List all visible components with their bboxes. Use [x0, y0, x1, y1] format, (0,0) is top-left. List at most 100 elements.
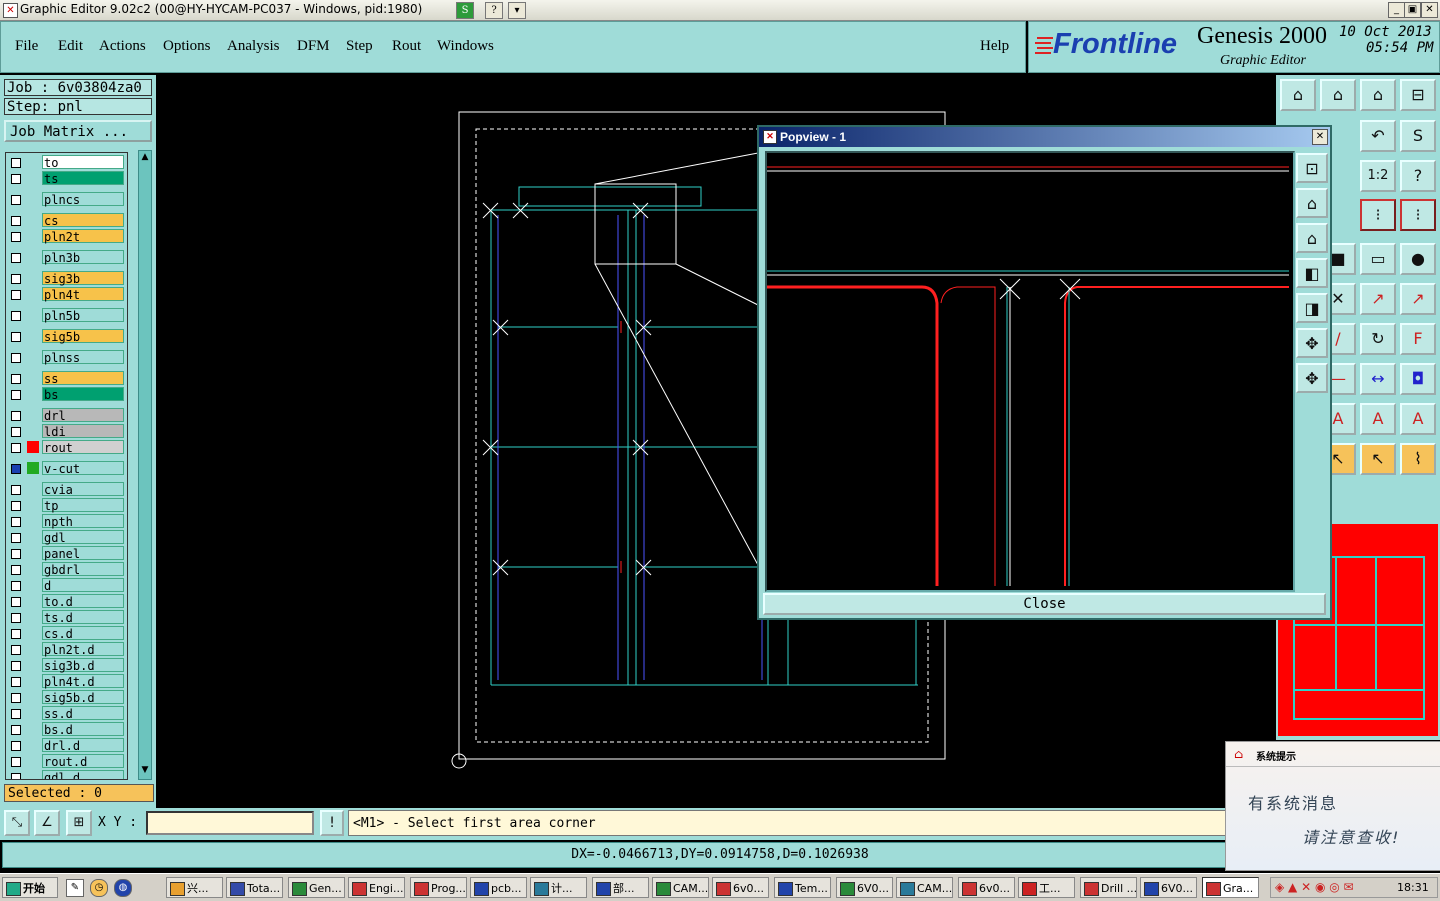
layer-row[interactable]: ss.d	[6, 706, 127, 721]
tool-home-up-icon[interactable]: ⌂	[1280, 79, 1316, 111]
layer-checkbox[interactable]	[11, 216, 21, 226]
layer-row[interactable]: gdl.d	[6, 770, 127, 779]
layer-row[interactable]: pln3b	[6, 250, 127, 265]
taskbar-item[interactable]: pcb...	[470, 877, 527, 898]
quicklaunch-clock-icon[interactable]: ◷	[90, 879, 108, 897]
tool-help-icon[interactable]: ?	[1400, 160, 1436, 192]
taskbar-item[interactable]: Tem...	[774, 877, 831, 898]
layer-name[interactable]: to.d	[42, 594, 124, 609]
layer-checkbox[interactable]	[11, 443, 21, 453]
tool-s-icon[interactable]: S	[1400, 120, 1436, 152]
layer-name[interactable]: v-cut	[42, 461, 124, 476]
menu-options[interactable]: Options	[163, 38, 211, 55]
layer-checkbox[interactable]	[11, 332, 21, 342]
layer-checkbox[interactable]	[11, 501, 21, 511]
layer-name[interactable]: d	[42, 578, 124, 593]
layer-name[interactable]: sig5b	[42, 329, 124, 344]
tool-measure2-icon[interactable]: ↗	[1400, 283, 1436, 315]
layer-name[interactable]: sig3b	[42, 271, 124, 286]
layer-name[interactable]: sig3b.d	[42, 658, 124, 673]
scroll-up-icon[interactable]: ▲	[140, 152, 150, 162]
layer-checkbox[interactable]	[11, 597, 21, 607]
app-x-icon[interactable]: ✕	[3, 3, 18, 18]
taskbar-item[interactable]: Gra...	[1202, 877, 1259, 898]
info-icon[interactable]: !	[320, 810, 344, 836]
tool-window-icon[interactable]: ⊟	[1400, 79, 1436, 111]
taskbar-item[interactable]: Prog...	[410, 877, 467, 898]
popview-title-bar[interactable]: ✕ Popview - 1 ✕	[759, 127, 1330, 147]
layer-checkbox[interactable]	[11, 411, 21, 421]
layer-name[interactable]: pln5b	[42, 308, 124, 323]
layer-row[interactable]: drl	[6, 408, 127, 423]
start-button[interactable]: 开始	[2, 877, 58, 898]
tool-text3-icon[interactable]: A	[1400, 403, 1436, 435]
layer-name[interactable]: ss	[42, 371, 124, 386]
layer-checkbox[interactable]	[11, 290, 21, 300]
popview-canvas[interactable]	[765, 151, 1295, 592]
layer-name[interactable]: plncs	[42, 192, 124, 207]
tool-route-icon[interactable]: ⌇	[1400, 443, 1436, 475]
tool-shapes-icon[interactable]: ◘	[1400, 363, 1436, 395]
layer-checkbox[interactable]	[11, 709, 21, 719]
taskbar-item[interactable]: 计...	[530, 877, 587, 898]
popview-window[interactable]: ✕ Popview - 1 ✕ ⊡ ⌂ ⌂ ◧ ◨ ✥ ✥ Close	[757, 125, 1332, 620]
taskbar-item[interactable]: 部...	[592, 877, 649, 898]
layer-name[interactable]: drl.d	[42, 738, 124, 753]
layer-row[interactable]: bs.d	[6, 722, 127, 737]
layer-row[interactable]: pln4t.d	[6, 674, 127, 689]
layer-name[interactable]: npth	[42, 514, 124, 529]
layer-row[interactable]: gdl	[6, 530, 127, 545]
tool-measure-icon[interactable]: ↗	[1360, 283, 1396, 315]
taskbar-item[interactable]: 6V0...	[836, 877, 893, 898]
layer-row[interactable]: npth	[6, 514, 127, 529]
menu-windows[interactable]: Windows	[437, 38, 494, 55]
layer-name[interactable]: panel	[42, 546, 124, 561]
tool-layers-icon[interactable]: ⁝	[1360, 199, 1396, 231]
tool-mirror-icon[interactable]: F	[1400, 323, 1436, 355]
menu-analysis[interactable]: Analysis	[227, 38, 280, 55]
layer-name[interactable]: drl	[42, 408, 124, 423]
layer-row[interactable]: cvia	[6, 482, 127, 497]
layer-row[interactable]: ldi	[6, 424, 127, 439]
popview-left-icon[interactable]: ◧	[1296, 258, 1328, 288]
layer-scrollbar[interactable]: ▲ ▼	[138, 150, 152, 780]
layer-row[interactable]: to.d	[6, 594, 127, 609]
taskbar-item[interactable]: 6V0...	[1140, 877, 1197, 898]
layer-name[interactable]: ldi	[42, 424, 124, 439]
layer-name[interactable]: pln3b	[42, 250, 124, 265]
layer-row[interactable]: pln2t	[6, 229, 127, 244]
layer-checkbox[interactable]	[11, 645, 21, 655]
layer-color-swatch[interactable]	[27, 441, 39, 453]
close-window-button[interactable]: ✕	[1421, 2, 1438, 18]
layer-row[interactable]: sig3b	[6, 271, 127, 286]
taskbar-item[interactable]: 6v0...	[958, 877, 1015, 898]
layer-checkbox[interactable]	[11, 195, 21, 205]
layer-checkbox[interactable]	[11, 517, 21, 527]
menu-step[interactable]: Step	[346, 38, 373, 55]
layer-checkbox[interactable]	[11, 693, 21, 703]
layer-checkbox[interactable]	[11, 485, 21, 495]
layer-name[interactable]: cvia	[42, 482, 124, 497]
taskbar-item[interactable]: Engi...	[348, 877, 405, 898]
layer-checkbox[interactable]	[11, 232, 21, 242]
layer-checkbox[interactable]	[11, 533, 21, 543]
notification-popup[interactable]: ⌂ 系统提示 有系统消息 请注意查收!	[1225, 741, 1440, 871]
popview-fit-icon[interactable]: ✥	[1296, 328, 1328, 358]
taskbar-item[interactable]: Tota...	[226, 877, 283, 898]
tool-pointer-icon[interactable]: ↖	[1360, 443, 1396, 475]
layer-color-swatch[interactable]	[27, 462, 39, 474]
layer-row[interactable]: plnss	[6, 350, 127, 365]
dropdown-icon[interactable]: ▾	[508, 2, 526, 19]
tool-home-down-icon[interactable]: ⌂	[1320, 79, 1356, 111]
layer-row[interactable]: v-cut	[6, 461, 127, 476]
menu-actions[interactable]: Actions	[99, 38, 146, 55]
layer-name[interactable]: cs	[42, 213, 124, 228]
layer-row[interactable]: ts.d	[6, 610, 127, 625]
zoom-area-icon[interactable]: ⤡	[4, 810, 30, 836]
layer-name[interactable]: pln2t.d	[42, 642, 124, 657]
layer-row[interactable]: drl.d	[6, 738, 127, 753]
layer-row[interactable]: rout	[6, 440, 127, 455]
menu-rout[interactable]: Rout	[392, 38, 421, 55]
taskbar-item[interactable]: 6v0...	[712, 877, 769, 898]
help-icon[interactable]: ?	[485, 2, 503, 19]
